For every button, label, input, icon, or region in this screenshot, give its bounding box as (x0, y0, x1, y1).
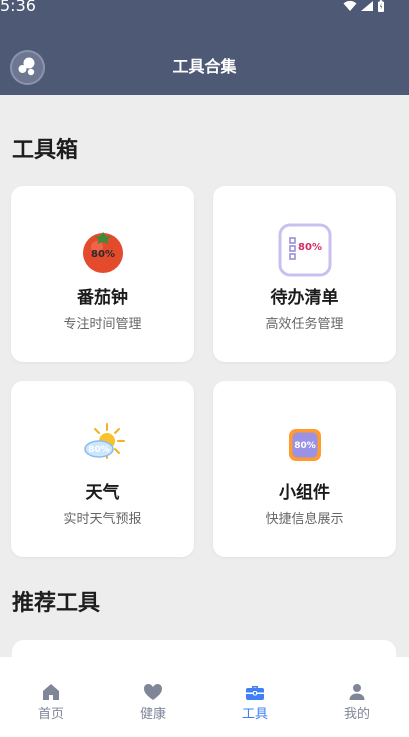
todo-list-icon: 80% (277, 222, 333, 278)
profile-icon (349, 684, 365, 700)
nav-label: 健康 (139, 707, 166, 722)
todo-badge: 80% (298, 242, 322, 253)
weather-icon: 80% (75, 417, 131, 473)
widget-badge: 80% (294, 441, 316, 451)
tool-title: 待办清单 (270, 288, 339, 308)
nav-item-profile[interactable]: 我的 (306, 657, 408, 737)
nav-label: 工具 (241, 707, 268, 722)
tool-subtitle: 专注时间管理 (63, 317, 142, 332)
tool-title: 天气 (85, 483, 120, 503)
tomato-icon: 80% (75, 222, 131, 278)
nav-item-tools[interactable]: 工具 (204, 657, 306, 737)
status-time: 5:36 (0, 0, 36, 15)
page-title: 工具合集 (172, 57, 237, 76)
tool-subtitle: 快捷信息展示 (265, 512, 344, 527)
app-bar: 工具合集 (0, 22, 409, 95)
battery-icon (378, 0, 384, 12)
tool-card-todo[interactable]: 80% 待办清单 高效任务管理 (213, 186, 396, 362)
status-bar: 5:36 (0, 0, 409, 22)
tool-card-widget[interactable]: 80% 小组件 快捷信息展示 (213, 381, 396, 557)
toolbox-icon (246, 686, 264, 700)
tool-title: 小组件 (279, 483, 330, 503)
recommend-section-title: 推荐工具 (12, 591, 101, 616)
tool-title: 番茄钟 (77, 288, 128, 308)
signal-icon (361, 1, 373, 11)
widget-icon: 80% (277, 417, 333, 473)
nav-item-home[interactable]: 首页 (0, 657, 102, 737)
home-icon (43, 684, 59, 700)
nav-label: 首页 (37, 707, 64, 722)
heart-icon (144, 684, 162, 700)
status-icons (343, 0, 385, 14)
tool-subtitle: 实时天气预报 (63, 512, 142, 527)
toolbox-section-title: 工具箱 (12, 138, 79, 163)
nav-item-health[interactable]: 健康 (102, 657, 204, 737)
nav-label: 我的 (343, 707, 370, 722)
weather-badge: 80% (88, 445, 110, 455)
wifi-icon (343, 0, 357, 11)
tool-subtitle: 高效任务管理 (265, 317, 344, 332)
tool-card-weather[interactable]: 80% 天气 实时天气预报 (11, 381, 194, 557)
tomato-badge: 80% (91, 249, 115, 260)
tool-card-tomato[interactable]: 80% 番茄钟 专注时间管理 (11, 186, 194, 362)
bottom-nav: 首页 健康 工具 我的 (0, 657, 409, 737)
